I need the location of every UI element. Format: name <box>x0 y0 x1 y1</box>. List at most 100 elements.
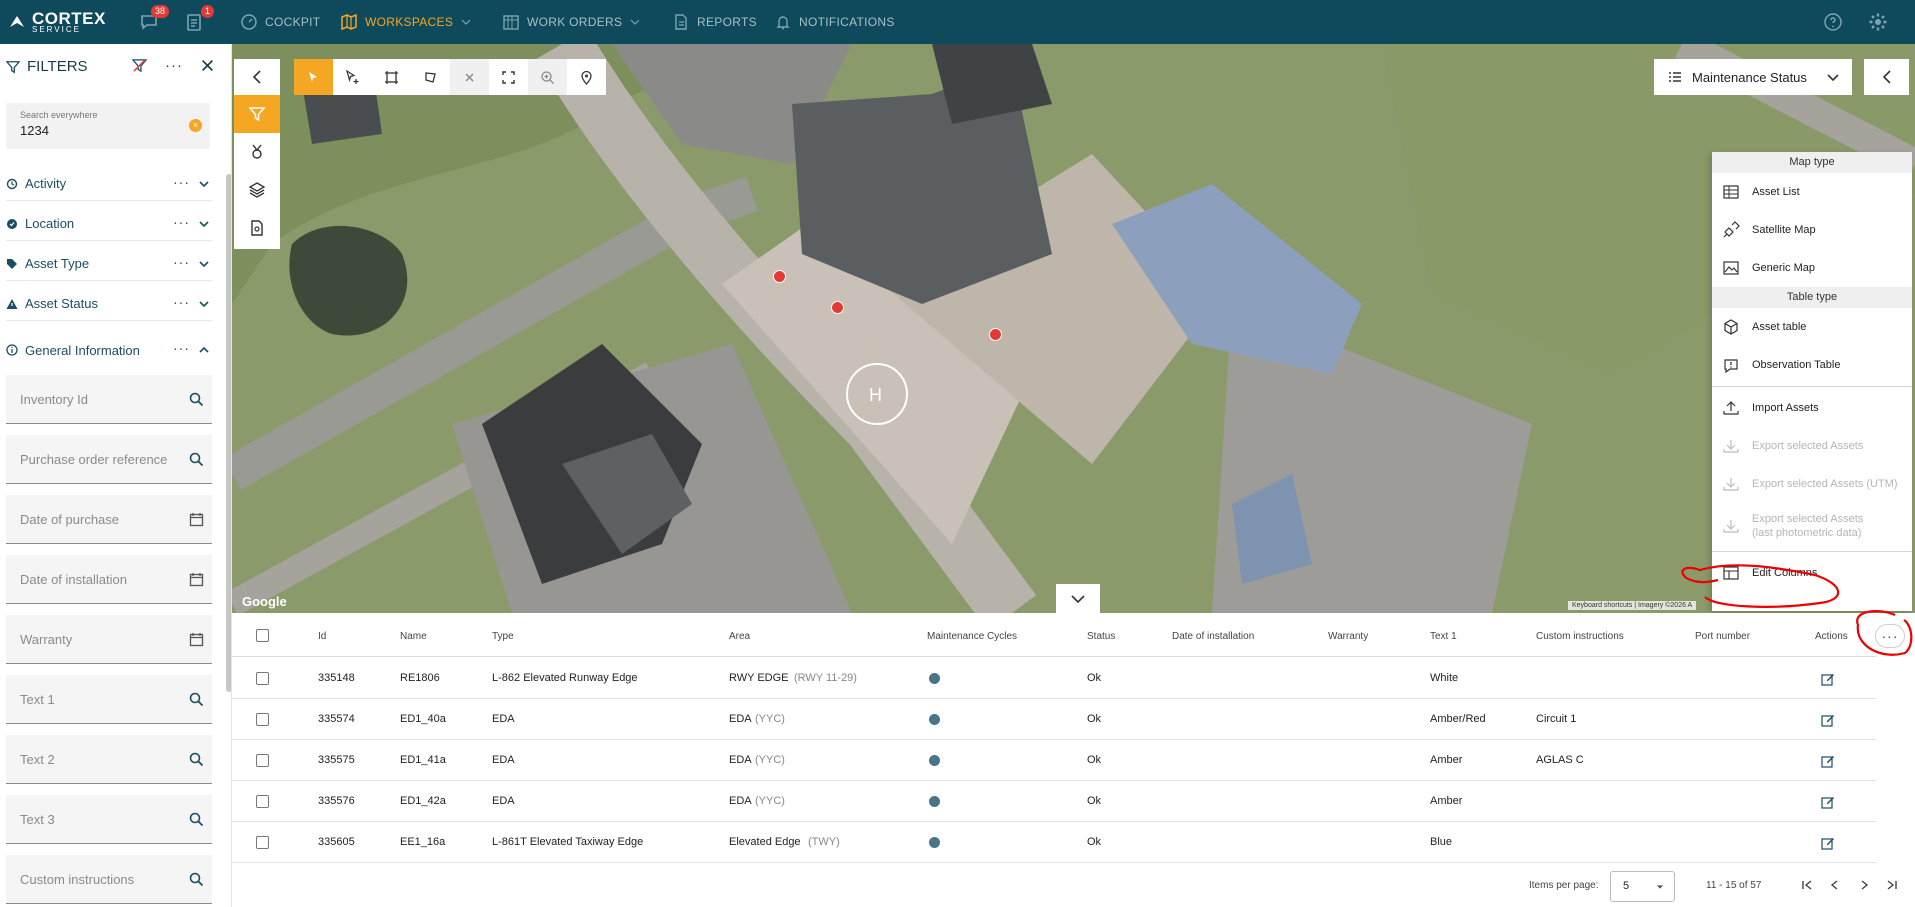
section-more-icon[interactable]: ··· <box>173 254 190 270</box>
menu-edit-columns[interactable]: Edit Columns <box>1712 554 1912 592</box>
row-checkbox[interactable] <box>256 836 269 849</box>
menu-satellite-map[interactable]: Satellite Map <box>1712 211 1912 249</box>
inventory-id-field[interactable]: Inventory Id <box>6 375 212 424</box>
row-checkbox[interactable] <box>256 754 269 767</box>
search-everywhere[interactable]: Search everywhere 1234 × <box>6 103 210 149</box>
zoom-tool[interactable] <box>528 59 567 95</box>
filter-section-activity[interactable]: Activity ··· <box>6 167 212 201</box>
row-checkbox[interactable] <box>256 713 269 726</box>
table-row[interactable]: 335576 ED1_42a EDA EDA (YYC) Ok Amber <box>232 781 1876 822</box>
filter-section-asset-status[interactable]: Asset Status ··· <box>6 287 212 321</box>
column-header-name[interactable]: Name <box>400 631 427 642</box>
table-more-options-button[interactable]: ··· <box>1875 624 1905 648</box>
first-page-icon[interactable] <box>1801 879 1813 891</box>
collapse-right-panel-button[interactable] <box>1864 59 1909 95</box>
clear-filter-icon[interactable] <box>132 58 147 73</box>
nav-workspaces[interactable]: WORKSPACES <box>340 0 472 44</box>
menu-export-photometric[interactable]: Export selected Assets (last photometric … <box>1712 503 1912 549</box>
collapse-map-button[interactable] <box>1056 584 1100 613</box>
collapse-filters-button[interactable] <box>234 59 280 95</box>
clear-search-icon[interactable]: × <box>189 119 202 132</box>
satellite-map[interactable]: H Maintenance Status Google Keyboard sho… <box>232 44 1915 613</box>
nav-reports[interactable]: REPORTS <box>672 0 757 44</box>
cortex-logo[interactable]: CORTEX SERVICE <box>8 8 106 36</box>
nav-notifications[interactable]: NOTIFICATIONS <box>774 0 895 44</box>
asset-marker[interactable] <box>831 301 844 314</box>
items-per-page-select[interactable]: 5 <box>1610 871 1675 902</box>
select-tool[interactable] <box>294 59 333 95</box>
edit-icon[interactable] <box>1821 836 1835 850</box>
column-header-warranty[interactable]: Warranty <box>1328 631 1368 642</box>
column-header-status[interactable]: Status <box>1087 631 1115 642</box>
column-header-text-1[interactable]: Text 1 <box>1430 631 1457 642</box>
add-select-tool[interactable] <box>333 59 372 95</box>
section-more-icon[interactable]: ··· <box>173 340 190 356</box>
nav-work-orders[interactable]: WORK ORDERS <box>502 0 641 44</box>
text-2-field[interactable]: Text 2 <box>6 735 212 784</box>
column-header-type[interactable]: Type <box>492 631 514 642</box>
text-3-field[interactable]: Text 3 <box>6 795 212 844</box>
purchase-order-reference-field[interactable]: Purchase order reference <box>6 435 212 484</box>
help-button[interactable] <box>1823 12 1843 32</box>
filters-more-icon[interactable]: ··· <box>165 57 183 74</box>
tasks-button[interactable]: 1 <box>184 5 214 32</box>
menu-observation-table[interactable]: Observation Table <box>1712 346 1912 384</box>
menu-export-utm[interactable]: Export selected Assets (UTM) <box>1712 465 1912 503</box>
edit-icon[interactable] <box>1821 672 1835 686</box>
rectangle-select-tool[interactable] <box>372 59 411 95</box>
edit-icon[interactable] <box>1821 795 1835 809</box>
table-row[interactable]: 335574 ED1_40a EDA EDA (YYC) Ok Amber/Re… <box>232 699 1876 740</box>
search-input[interactable]: 1234 <box>20 123 196 138</box>
filter-section-location[interactable]: Location ··· <box>6 207 212 241</box>
column-header-maintenance-cycles[interactable]: Maintenance Cycles <box>927 631 1017 642</box>
section-more-icon[interactable]: ··· <box>173 294 190 310</box>
column-header-port-number[interactable]: Port number <box>1695 631 1750 642</box>
warranty-field[interactable]: Warranty <box>6 615 212 664</box>
maintenance-status-dropdown[interactable]: Maintenance Status <box>1654 59 1852 95</box>
previous-page-icon[interactable] <box>1829 879 1841 891</box>
chevron-up-icon[interactable] <box>198 344 210 356</box>
menu-asset-table[interactable]: Asset table <box>1712 308 1912 346</box>
filter-section-asset-type[interactable]: Asset Type ··· <box>6 247 212 281</box>
menu-generic-map[interactable]: Generic Map <box>1712 249 1912 287</box>
column-header-custom-instructions[interactable]: Custom instructions <box>1536 631 1624 642</box>
filter-layer-tool[interactable] <box>234 95 280 133</box>
close-icon[interactable] <box>201 59 214 72</box>
map-attribution[interactable]: Keyboard shortcuts | Imagery ©2026 A <box>1568 601 1697 610</box>
settings-button[interactable] <box>1868 12 1888 32</box>
date-of-installation-field[interactable]: Date of installation <box>6 555 212 604</box>
text-1-field[interactable]: Text 1 <box>6 675 212 724</box>
asset-marker[interactable] <box>773 270 786 283</box>
column-header-area[interactable]: Area <box>729 631 750 642</box>
polygon-select-tool[interactable] <box>411 59 450 95</box>
awards-tool[interactable] <box>234 133 280 171</box>
column-header-date-of-installation[interactable]: Date of installation <box>1172 631 1254 642</box>
table-row[interactable]: 335605 EE1_16a L-861T Elevated Taxiway E… <box>232 822 1876 863</box>
chevron-down-icon[interactable] <box>198 218 210 230</box>
menu-export-selected[interactable]: Export selected Assets <box>1712 427 1912 465</box>
custom-instructions-field[interactable]: Custom instructions <box>6 855 212 904</box>
fullscreen-tool[interactable] <box>489 59 528 95</box>
documents-tool[interactable] <box>234 209 280 247</box>
table-row[interactable]: 335148 RE1806 L-862 Elevated Runway Edge… <box>232 658 1876 699</box>
select-all-checkbox[interactable] <box>256 629 269 642</box>
chat-button[interactable]: 38 <box>139 5 169 32</box>
clear-selection-tool[interactable] <box>450 59 489 95</box>
chevron-down-icon[interactable] <box>198 258 210 270</box>
nav-cockpit[interactable]: COCKPIT <box>240 0 320 44</box>
menu-asset-list[interactable]: Asset List <box>1712 173 1912 211</box>
edit-icon[interactable] <box>1821 754 1835 768</box>
last-page-icon[interactable] <box>1886 879 1898 891</box>
location-tool[interactable] <box>567 59 606 95</box>
column-header-id[interactable]: Id <box>318 631 326 642</box>
edit-icon[interactable] <box>1821 713 1835 727</box>
row-checkbox[interactable] <box>256 672 269 685</box>
section-more-icon[interactable]: ··· <box>173 174 190 190</box>
section-more-icon[interactable]: ··· <box>173 214 190 230</box>
chevron-down-icon[interactable] <box>198 298 210 310</box>
asset-marker[interactable] <box>989 328 1002 341</box>
chevron-down-icon[interactable] <box>198 178 210 190</box>
menu-import-assets[interactable]: Import Assets <box>1712 389 1912 427</box>
row-checkbox[interactable] <box>256 795 269 808</box>
filter-section-general-information[interactable]: General Information ··· <box>6 333 212 367</box>
